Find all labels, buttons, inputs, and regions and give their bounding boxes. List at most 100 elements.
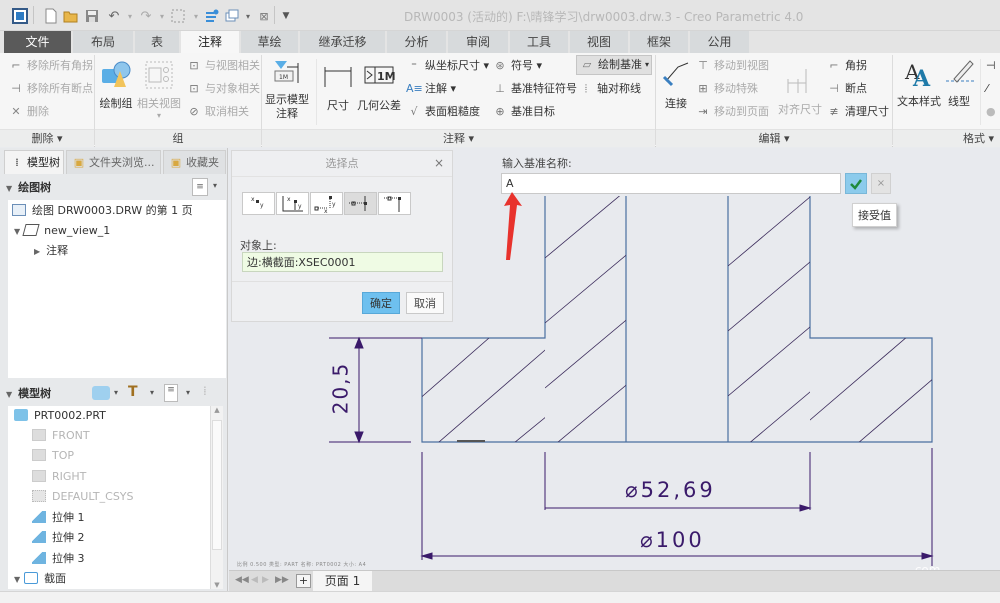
remove-all-breaks-button[interactable]: ⊣ 移除所有断点 [8,80,93,98]
note-button[interactable]: A≡ 注解 ▾ [406,80,456,98]
customize-toolbar-icon[interactable]: ▼ [276,6,296,26]
horizontal-align-button[interactable] [378,192,411,215]
drawing-tree-header[interactable]: ▼ 绘图树 [6,178,51,198]
draw-group-button[interactable]: 绘制组 [98,59,134,111]
tree-settings-icon[interactable]: ≡ [192,178,208,196]
cancel-button[interactable]: 取消 [406,292,444,314]
connect-button[interactable]: 连接 [660,59,692,111]
dim-inner-diameter-label[interactable]: ⌀52,69 [625,478,716,502]
jog-button[interactable]: ⌐ 角拐 [826,57,867,75]
tree-settings-icon[interactable]: ≡ [164,384,178,402]
scroll-up-icon[interactable]: ▲ [211,406,223,414]
tools-icon[interactable]: T [128,384,142,402]
model-tree-header[interactable]: ▼ 模型树 [6,384,51,404]
remove-all-jogs-button[interactable]: ⌐ 移除所有角拐 [8,57,93,75]
dim-height-label[interactable]: 20,5 [325,348,355,428]
tree-item-right[interactable]: RIGHT [32,467,86,487]
tab-table[interactable]: 表 [135,31,180,53]
line-style-button[interactable]: 线型 [944,57,974,109]
tree-item-sections[interactable]: ▼ 截面 [14,569,66,589]
scroll-thumb[interactable] [212,420,222,550]
tab-review[interactable]: 审阅 [448,31,509,53]
tree-item-annotations[interactable]: ▶ 注释 [34,241,68,261]
format-more-1-icon[interactable]: ⊣ [986,57,996,75]
cleanup-dimensions-button[interactable]: ≢ 清理尺寸 [826,103,889,121]
draw-datum-button[interactable]: ▱ 绘制基准 ▾ [576,55,652,75]
tab-model-tree[interactable]: ⁞ 模型树 [4,150,64,174]
save-icon[interactable] [82,6,102,26]
new-file-icon[interactable] [41,6,61,26]
delete-button[interactable]: ✕ 删除 [8,103,49,121]
edit-group-footer[interactable]: 编辑 ▾ [656,129,892,147]
symbol-button[interactable]: ⊛ 符号 ▾ [492,57,542,75]
close-window-icon[interactable]: ⊠ [254,6,274,26]
cancel-value-button[interactable]: × [871,173,891,194]
tab-legacy-migration[interactable]: 继承迁移 [300,31,386,53]
related-view-button[interactable]: 相关视图 ▾ [137,59,181,120]
dim-outer-diameter-label[interactable]: ⌀100 [640,528,705,552]
move-special-button[interactable]: ⊞ 移动特殊 [695,80,758,98]
move-to-page-button[interactable]: ⇥ 移动到页面 [695,103,769,121]
relate-to-object-button[interactable]: ⊡ 与对象相关 [186,80,260,98]
draw-datum-dropdown-icon[interactable]: ▾ [645,56,649,74]
point-on-entity-button[interactable]: xy [242,192,275,215]
unrelate-button[interactable]: ⊘ 取消相关 [186,103,249,121]
tree-item-front[interactable]: FRONT [32,426,90,446]
absolute-coord-button[interactable]: xy [276,192,309,215]
prev-page-icon[interactable]: ◀ [251,575,258,585]
tree-settings-dropdown-icon[interactable]: ▾ [186,388,190,397]
expand-icon[interactable]: ▼ [14,575,20,584]
filter-icon[interactable]: ⁞ [203,384,207,398]
tree-item-extrude-1[interactable]: 拉伸 1 [32,508,85,528]
tab-common[interactable]: 公用 [690,31,750,53]
tab-file[interactable]: 文件 [4,31,72,53]
tree-item-part[interactable]: PRT0002.PRT [14,406,106,426]
tab-framework[interactable]: 框架 [630,31,689,53]
axis-symmetry-button[interactable]: ⦙ 轴对称线 [578,80,641,98]
format-more-2-icon[interactable]: ⁄ [986,80,988,98]
model-display-icon[interactable] [92,386,110,400]
ordinate-dimension-button[interactable]: ⁼ 纵坐标尺寸 ▾ [406,57,489,75]
format-more-3-icon[interactable]: ● [986,103,996,121]
tree-item-extrude-2[interactable]: 拉伸 2 [32,528,85,548]
model-tree-scrollbar[interactable]: ▲ ▼ [210,406,223,589]
tree-item-top[interactable]: TOP [32,446,74,466]
relate-to-view-button[interactable]: ⊡ 与视图相关 [186,57,260,75]
expand-icon[interactable]: ▼ [14,227,20,236]
group-group-footer[interactable]: 组 [95,129,261,147]
close-icon[interactable]: × [434,156,444,170]
add-page-button[interactable]: + [296,574,311,588]
format-group-footer[interactable]: 格式 ▾ [893,129,1000,147]
dimension-button[interactable]: 尺寸 [322,61,354,113]
tools-dropdown-icon[interactable]: ▾ [150,388,154,397]
text-style-button[interactable]: AA 文本样式 [896,57,942,109]
scroll-down-icon[interactable]: ▼ [211,581,223,589]
tree-settings-dropdown-icon[interactable]: ▾ [213,181,217,190]
relative-coord-button[interactable]: yx [310,192,343,215]
tab-view[interactable]: 视图 [570,31,629,53]
vertical-align-button[interactable] [344,192,377,215]
align-dimensions-button[interactable]: 对齐尺寸 [776,65,824,117]
select-box-icon[interactable] [168,6,188,26]
tree-item-sheet[interactable]: 绘图 DRW0003.DRW 的第 1 页 [12,201,193,221]
tab-annotate[interactable]: 注释 [181,31,240,53]
first-page-icon[interactable]: ◀◀ [235,575,249,585]
tab-favorites[interactable]: ▣ 收藏夹 [163,150,226,174]
datum-target-button[interactable]: ⊕ 基准目标 [492,103,555,121]
accept-value-button[interactable] [845,173,867,194]
open-folder-icon[interactable] [61,6,81,26]
move-to-view-button[interactable]: ⊤ 移动到视图 [695,57,769,75]
app-icon[interactable] [10,6,30,26]
tab-sketch[interactable]: 草绘 [241,31,299,53]
tab-folder-browser[interactable]: ▣ 文件夹浏览... [66,150,161,174]
tab-tools[interactable]: 工具 [510,31,569,53]
on-object-field[interactable]: 边:横截面:XSEC0001 [242,252,443,272]
break-button[interactable]: ⊣ 断点 [826,80,867,98]
regenerate-icon[interactable] [202,6,222,26]
tab-analysis[interactable]: 分析 [387,31,447,53]
datum-feature-symbol-button[interactable]: ⊥ 基准特征符号 [492,80,577,98]
tree-item-csys[interactable]: DEFAULT_CSYS [32,487,134,507]
delete-group-footer[interactable]: 删除 ▾ [0,129,94,147]
tree-item-extrude-3[interactable]: 拉伸 3 [32,549,85,569]
next-page-icon[interactable]: ▶ [262,575,269,585]
